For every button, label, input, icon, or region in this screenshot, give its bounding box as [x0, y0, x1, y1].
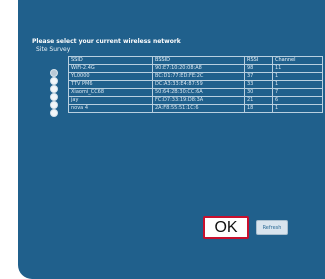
- dialog-title: Please select your current wireless netw…: [32, 38, 181, 45]
- network-radio-5[interactable]: [50, 101, 58, 109]
- network-radio-6[interactable]: [50, 109, 58, 117]
- table-header-row: SSID BSSID RSSI Channel: [68, 56, 323, 65]
- cell-channel: 6: [272, 96, 323, 105]
- table-row[interactable]: WiFi-2.4G 90:E7:10:20:08:A8 98 11: [68, 64, 323, 73]
- cell-bssid: BC:D1:77:ED:FE:2C: [152, 72, 245, 81]
- cell-bssid: DC:A3:33:E4:87:59: [152, 80, 245, 89]
- cell-rssi: 98: [244, 64, 273, 73]
- cell-bssid: 2A:F8:55:51:1C:6: [152, 104, 245, 113]
- cell-bssid: FC:D7:33:19:D8:3A: [152, 96, 245, 105]
- ok-button[interactable]: OK: [203, 216, 249, 239]
- network-radio-1[interactable]: [50, 69, 58, 77]
- cell-rssi: 30: [244, 88, 273, 97]
- table-row[interactable]: nova 4 2A:F8:55:51:1C:6 18 1: [68, 104, 323, 113]
- network-radio-3[interactable]: [50, 85, 58, 93]
- cell-ssid: TTV PM6: [68, 80, 153, 89]
- column-header-ssid: SSID: [68, 56, 153, 65]
- site-survey-label: Site Survey: [36, 46, 71, 53]
- refresh-button[interactable]: Refresh: [256, 220, 288, 235]
- cell-channel: 7: [272, 88, 323, 97]
- cell-channel: 1: [272, 72, 323, 81]
- table-row[interactable]: TTV PM6 DC:A3:33:E4:87:59 33 1: [68, 80, 323, 89]
- network-radio-4[interactable]: [50, 93, 58, 101]
- cell-ssid: jay: [68, 96, 153, 105]
- cell-rssi: 33: [244, 80, 273, 89]
- cell-rssi: 37: [244, 72, 273, 81]
- cell-ssid: WiFi-2.4G: [68, 64, 153, 73]
- cell-ssid: YL0000: [68, 72, 153, 81]
- column-header-channel: Channel: [272, 56, 323, 65]
- cell-channel: 1: [272, 104, 323, 113]
- cell-bssid: 50:64:2B:30:CC:6A: [152, 88, 245, 97]
- cell-bssid: 90:E7:10:20:08:A8: [152, 64, 245, 73]
- network-radio-2[interactable]: [50, 77, 58, 85]
- table-row[interactable]: jay FC:D7:33:19:D8:3A 21 6: [68, 96, 323, 105]
- cell-rssi: 18: [244, 104, 273, 113]
- cell-channel: 11: [272, 64, 323, 73]
- cell-ssid: nova 4: [68, 104, 153, 113]
- table-row[interactable]: Xiaomi_CC68 50:64:2B:30:CC:6A 30 7: [68, 88, 323, 97]
- table-row[interactable]: YL0000 BC:D1:77:ED:FE:2C 37 1: [68, 72, 323, 81]
- cell-channel: 1: [272, 80, 323, 89]
- column-header-rssi: RSSI: [244, 56, 273, 65]
- cell-rssi: 21: [244, 96, 273, 105]
- cell-ssid: Xiaomi_CC68: [68, 88, 153, 97]
- column-header-bssid: BSSID: [152, 56, 245, 65]
- site-survey-table: SSID BSSID RSSI Channel WiFi-2.4G 90:E7:…: [68, 56, 323, 113]
